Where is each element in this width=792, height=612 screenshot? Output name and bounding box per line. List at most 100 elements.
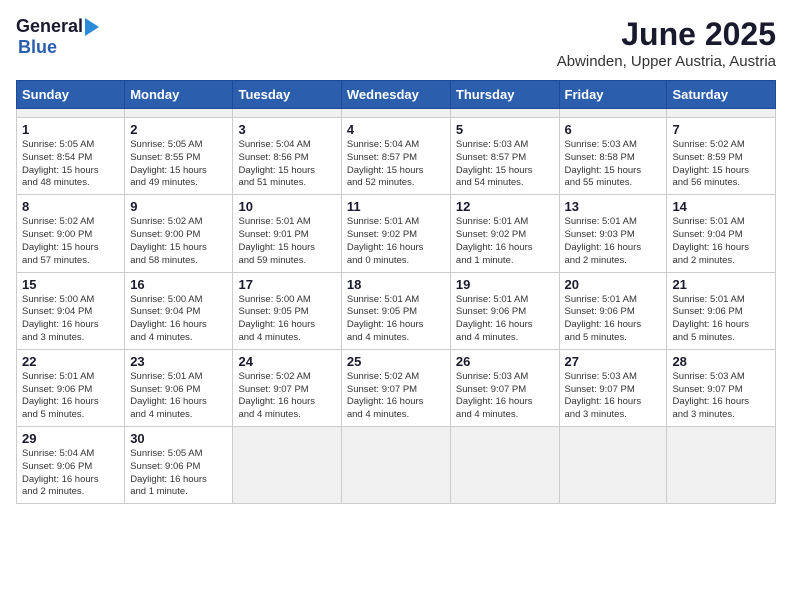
calendar-week-1: 1 Sunrise: 5:05 AM Sunset: 8:54 PM Daylig… [17, 118, 776, 195]
day-info: Sunrise: 5:04 AM Sunset: 8:57 PM Dayligh… [347, 139, 445, 190]
day-info: Sunrise: 5:01 AM Sunset: 9:01 PM Dayligh… [238, 216, 335, 267]
calendar-cell: 12 Sunrise: 5:01 AM Sunset: 9:02 PM Dayli… [450, 195, 559, 272]
calendar-cell: 21 Sunrise: 5:01 AM Sunset: 9:06 PM Dayli… [667, 272, 776, 349]
logo-arrow-icon [85, 18, 99, 36]
calendar-cell: 15 Sunrise: 5:00 AM Sunset: 9:04 PM Dayli… [17, 272, 125, 349]
day-number: 30 [130, 431, 227, 446]
day-number: 27 [565, 354, 662, 369]
day-info: Sunrise: 5:01 AM Sunset: 9:06 PM Dayligh… [130, 371, 227, 422]
calendar-cell: 8 Sunrise: 5:02 AM Sunset: 9:00 PM Daylig… [17, 195, 125, 272]
day-info: Sunrise: 5:00 AM Sunset: 9:05 PM Dayligh… [238, 294, 335, 345]
calendar-cell: 22Sunrise: 5:01 AM Sunset: 9:06 PM Dayli… [17, 349, 125, 426]
calendar-header-sunday: Sunday [17, 81, 125, 109]
day-number: 24 [238, 354, 335, 369]
day-number: 25 [347, 354, 445, 369]
calendar-cell: 1 Sunrise: 5:05 AM Sunset: 8:54 PM Daylig… [17, 118, 125, 195]
calendar-header-row: SundayMondayTuesdayWednesdayThursdayFrid… [17, 81, 776, 109]
logo-blue: Blue [18, 37, 57, 58]
day-number: 20 [565, 277, 662, 292]
day-number: 23 [130, 354, 227, 369]
calendar-cell: 13 Sunrise: 5:01 AM Sunset: 9:03 PM Dayli… [559, 195, 667, 272]
day-info: Sunrise: 5:01 AM Sunset: 9:02 PM Dayligh… [347, 216, 445, 267]
day-info: Sunrise: 5:03 AM Sunset: 9:07 PM Dayligh… [565, 371, 662, 422]
day-info: Sunrise: 5:02 AM Sunset: 8:59 PM Dayligh… [672, 139, 770, 190]
day-number: 13 [565, 199, 662, 214]
calendar-cell [450, 109, 559, 118]
calendar-cell [559, 109, 667, 118]
calendar-header-monday: Monday [125, 81, 233, 109]
day-number: 21 [672, 277, 770, 292]
day-info: Sunrise: 5:02 AM Sunset: 9:00 PM Dayligh… [22, 216, 119, 267]
calendar-week-3: 15 Sunrise: 5:00 AM Sunset: 9:04 PM Dayli… [17, 272, 776, 349]
calendar-cell [559, 427, 667, 504]
calendar-cell: 16Sunrise: 5:00 AM Sunset: 9:04 PM Dayli… [125, 272, 233, 349]
calendar-cell: 30 Sunrise: 5:05 AM Sunset: 9:06 PM Dayli… [125, 427, 233, 504]
day-number: 10 [238, 199, 335, 214]
day-number: 17 [238, 277, 335, 292]
day-number: 11 [347, 199, 445, 214]
calendar-cell: 23 Sunrise: 5:01 AM Sunset: 9:06 PM Dayli… [125, 349, 233, 426]
day-number: 1 [22, 122, 119, 137]
logo: General Blue [16, 16, 99, 58]
day-number: 14 [672, 199, 770, 214]
calendar-cell: 17 Sunrise: 5:00 AM Sunset: 9:05 PM Dayli… [233, 272, 341, 349]
day-info: Sunrise: 5:01 AM Sunset: 9:02 PM Dayligh… [456, 216, 554, 267]
calendar-cell [125, 109, 233, 118]
day-info: Sunrise: 5:05 AM Sunset: 8:54 PM Dayligh… [22, 139, 119, 190]
calendar-cell: 2 Sunrise: 5:05 AM Sunset: 8:55 PM Daylig… [125, 118, 233, 195]
calendar-cell [233, 427, 341, 504]
location-title: Abwinden, Upper Austria, Austria [557, 53, 776, 70]
day-info: Sunrise: 5:01 AM Sunset: 9:04 PM Dayligh… [672, 216, 770, 267]
calendar-cell [341, 427, 450, 504]
day-number: 9 [130, 199, 227, 214]
calendar-cell: 5Sunrise: 5:03 AM Sunset: 8:57 PM Daylig… [450, 118, 559, 195]
calendar-header-wednesday: Wednesday [341, 81, 450, 109]
title-area: June 2025 Abwinden, Upper Austria, Austr… [557, 16, 776, 70]
day-info: Sunrise: 5:03 AM Sunset: 8:58 PM Dayligh… [565, 139, 662, 190]
calendar-cell: 18 Sunrise: 5:01 AM Sunset: 9:05 PM Dayli… [341, 272, 450, 349]
calendar-week-0 [17, 109, 776, 118]
calendar-cell: 20 Sunrise: 5:01 AM Sunset: 9:06 PM Dayli… [559, 272, 667, 349]
day-number: 15 [22, 277, 119, 292]
calendar-cell: 10 Sunrise: 5:01 AM Sunset: 9:01 PM Dayli… [233, 195, 341, 272]
day-info: Sunrise: 5:01 AM Sunset: 9:03 PM Dayligh… [565, 216, 662, 267]
calendar-cell [17, 109, 125, 118]
calendar-header-saturday: Saturday [667, 81, 776, 109]
day-info: Sunrise: 5:02 AM Sunset: 9:07 PM Dayligh… [238, 371, 335, 422]
day-info: Sunrise: 5:01 AM Sunset: 9:05 PM Dayligh… [347, 294, 445, 345]
month-title: June 2025 [557, 16, 776, 53]
day-number: 18 [347, 277, 445, 292]
calendar-cell: 26Sunrise: 5:03 AM Sunset: 9:07 PM Dayli… [450, 349, 559, 426]
calendar-cell: 6Sunrise: 5:03 AM Sunset: 8:58 PM Daylig… [559, 118, 667, 195]
calendar-cell [450, 427, 559, 504]
calendar-week-4: 22 Sunrise: 5:01 AM Sunset: 9:06 PM Dayli… [17, 349, 776, 426]
calendar-cell: 3Sunrise: 5:04 AM Sunset: 8:56 PM Daylig… [233, 118, 341, 195]
calendar-cell [233, 109, 341, 118]
day-number: 8 [22, 199, 119, 214]
calendar-week-2: 8 Sunrise: 5:02 AM Sunset: 9:00 PM Daylig… [17, 195, 776, 272]
calendar-header-friday: Friday [559, 81, 667, 109]
day-number: 19 [456, 277, 554, 292]
day-info: Sunrise: 5:01 AM Sunset: 9:06 PM Dayligh… [565, 294, 662, 345]
calendar-week-5: 29Sunrise: 5:04 AM Sunset: 9:06 PM Dayli… [17, 427, 776, 504]
calendar-cell [667, 109, 776, 118]
day-info: Sunrise: 5:05 AM Sunset: 8:55 PM Dayligh… [130, 139, 227, 190]
calendar-header-thursday: Thursday [450, 81, 559, 109]
day-number: 16 [130, 277, 227, 292]
calendar-cell: 27 Sunrise: 5:03 AM Sunset: 9:07 PM Dayli… [559, 349, 667, 426]
day-info: Sunrise: 5:02 AM Sunset: 9:00 PM Dayligh… [130, 216, 227, 267]
day-number: 7 [672, 122, 770, 137]
calendar-table: SundayMondayTuesdayWednesdayThursdayFrid… [16, 80, 776, 504]
day-number: 2 [130, 122, 227, 137]
day-info: Sunrise: 5:04 AM Sunset: 9:06 PM Dayligh… [22, 448, 119, 499]
calendar-cell [341, 109, 450, 118]
day-number: 12 [456, 199, 554, 214]
day-info: Sunrise: 5:03 AM Sunset: 9:07 PM Dayligh… [672, 371, 770, 422]
day-info: Sunrise: 5:01 AM Sunset: 9:06 PM Dayligh… [456, 294, 554, 345]
calendar-cell: 11 Sunrise: 5:01 AM Sunset: 9:02 PM Dayli… [341, 195, 450, 272]
day-info: Sunrise: 5:01 AM Sunset: 9:06 PM Dayligh… [672, 294, 770, 345]
day-info: Sunrise: 5:00 AM Sunset: 9:04 PM Dayligh… [22, 294, 119, 345]
day-info: Sunrise: 5:05 AM Sunset: 9:06 PM Dayligh… [130, 448, 227, 499]
day-number: 22 [22, 354, 119, 369]
calendar-cell: 4Sunrise: 5:04 AM Sunset: 8:57 PM Daylig… [341, 118, 450, 195]
